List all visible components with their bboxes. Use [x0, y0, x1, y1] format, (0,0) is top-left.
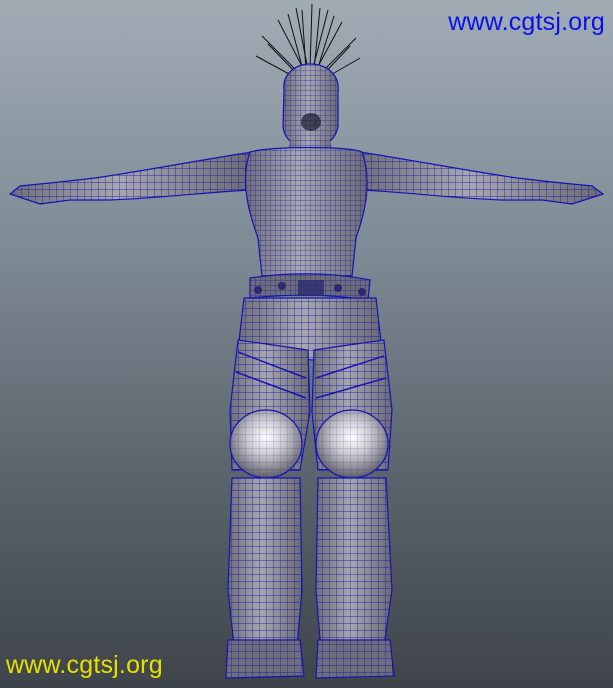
torso [244, 140, 368, 277]
watermark-bottom-left: www.cgtsj.org [6, 651, 163, 679]
watermark-top-right: www.cgtsj.org [448, 8, 605, 36]
3d-viewport[interactable]: www.cgtsj.org www.cgtsj.org [0, 0, 613, 688]
legs [225, 339, 395, 679]
character-model[interactable] [0, 0, 613, 688]
belt [249, 273, 371, 301]
head [282, 63, 339, 149]
